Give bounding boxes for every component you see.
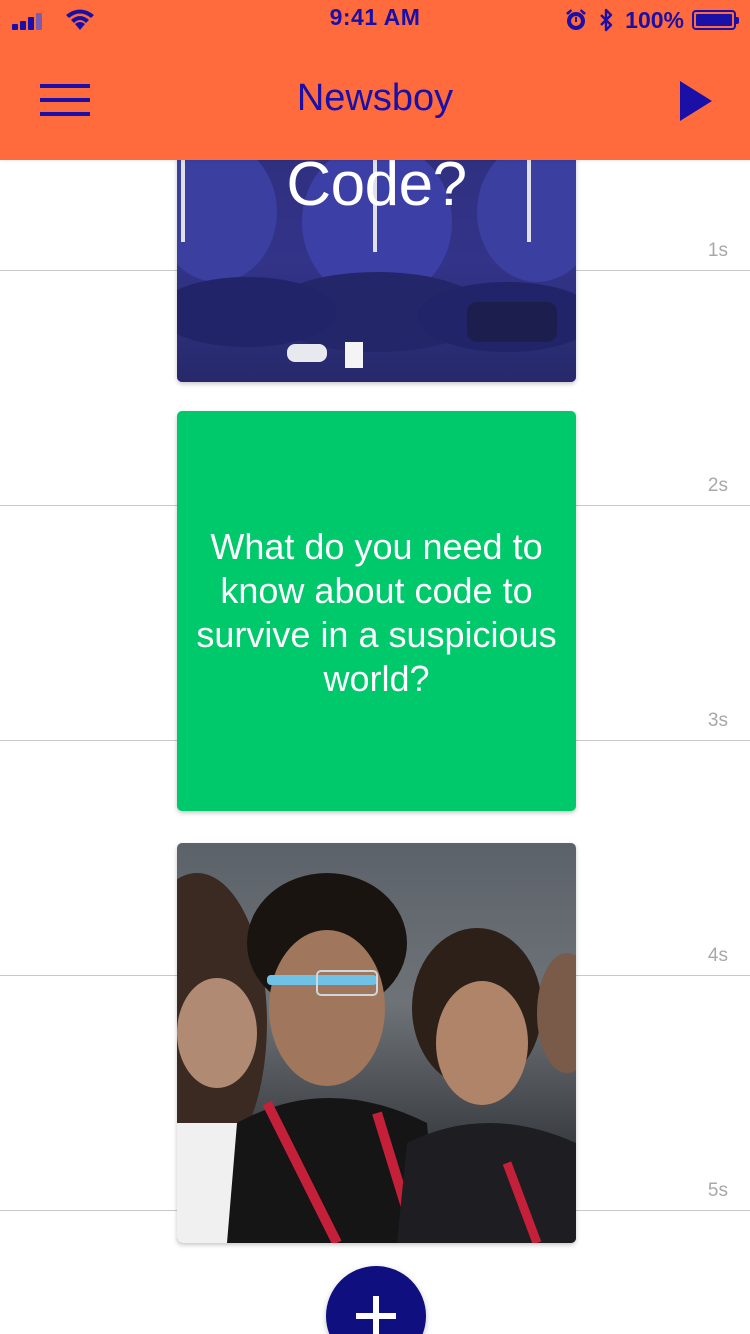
- bluetooth-icon: [600, 8, 613, 32]
- app-header: 9:41 AM 100% Newsboy: [0, 0, 750, 160]
- story-card-image[interactable]: [177, 843, 576, 1243]
- story-card-text[interactable]: What do you need to know about code to s…: [177, 411, 576, 811]
- timeline-tick-label: 1s: [707, 240, 728, 261]
- newsboy-screen: 1s 2s 3s 4s 5s Code? What do you need to…: [0, 0, 750, 1334]
- status-right: 100%: [565, 6, 739, 34]
- status-bar: 9:41 AM 100%: [0, 0, 750, 40]
- timeline-tick-label: 5s: [707, 1180, 728, 1201]
- app-title: Newsboy: [296, 77, 454, 119]
- navigation-bar: Newsboy: [0, 40, 750, 160]
- plus-icon: [356, 1296, 396, 1334]
- card-text: What do you need to know about code to s…: [196, 526, 557, 699]
- timeline-tick-label: 3s: [707, 710, 728, 731]
- alarm-clock-icon: [566, 9, 587, 30]
- play-button[interactable]: [680, 81, 712, 121]
- timeline-tick-label: 2s: [707, 475, 728, 496]
- battery-percentage: 100%: [625, 6, 684, 33]
- audience-with-smart-glasses-photo: [177, 843, 576, 1243]
- timeline-tick-label: 4s: [707, 945, 728, 966]
- battery-icon: [692, 10, 739, 30]
- battery-level-fill: [696, 14, 732, 26]
- play-icon: [680, 81, 712, 121]
